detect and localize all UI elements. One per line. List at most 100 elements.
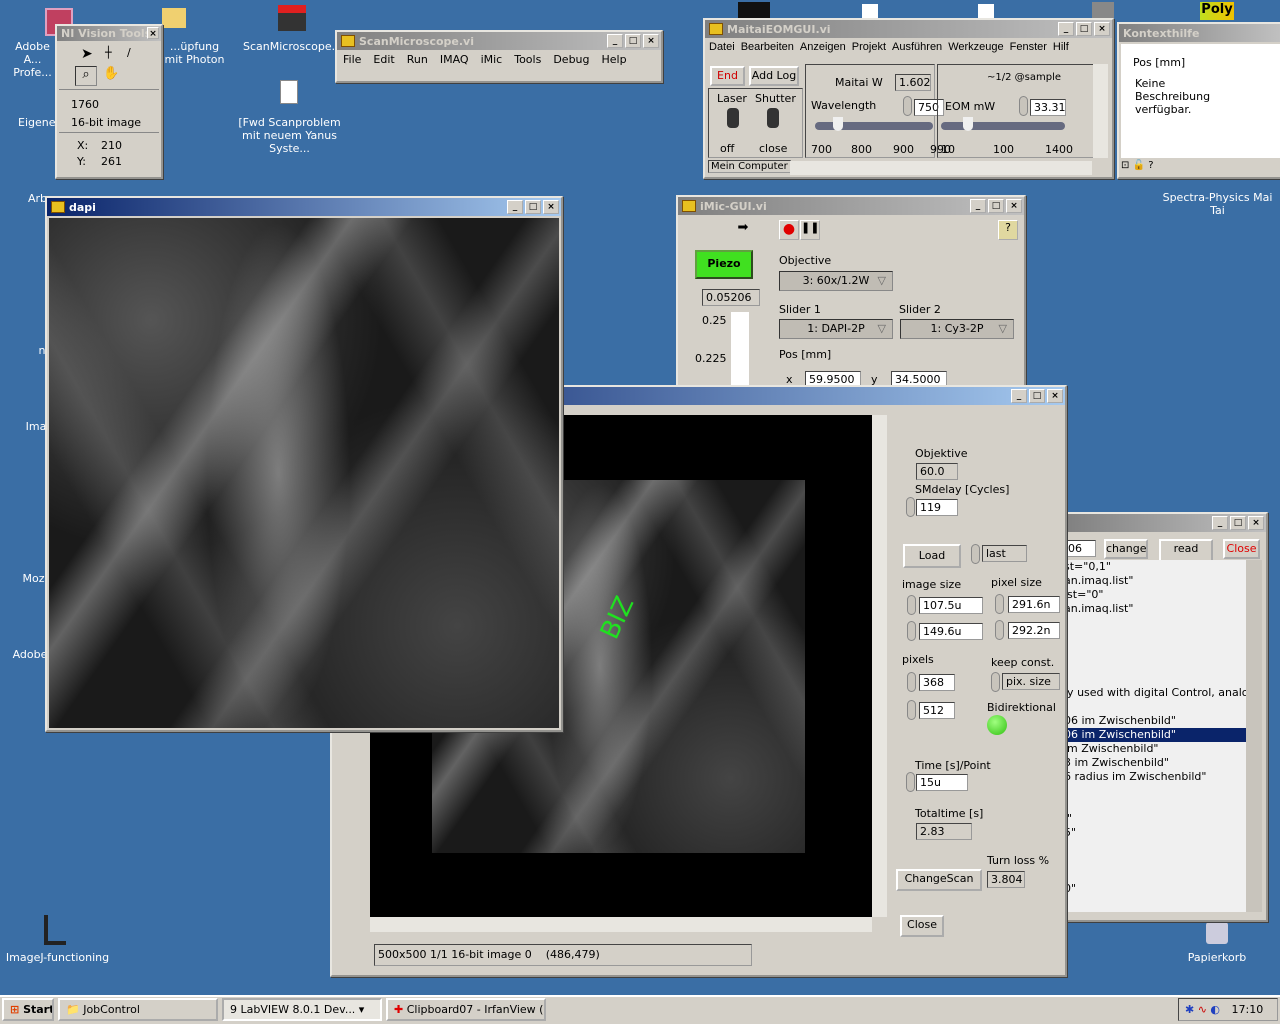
piezo-slider[interactable] [731,312,749,392]
menu-imaq[interactable]: IMAQ [440,53,469,66]
minimize-button[interactable]: _ [507,200,523,214]
menu-tools[interactable]: Tools [514,53,541,66]
notepad-icon[interactable] [862,4,878,18]
menu-file[interactable]: File [343,53,361,66]
close-button[interactable]: Close [1223,539,1260,559]
piezo-button[interactable]: Piezo [695,250,753,279]
menu-anzeigen[interactable]: Anzeigen [800,41,846,53]
menu-run[interactable]: Run [407,53,428,66]
pixel-h-spinner[interactable] [995,620,1004,640]
close-button[interactable]: × [147,27,159,39]
dapi-image[interactable] [49,218,559,728]
pause-button[interactable]: ❚❚ [800,220,820,240]
list-item[interactable]: 5" [1064,826,1246,840]
question-icon[interactable]: ? [1148,160,1153,171]
minimize-button[interactable]: _ [1011,389,1027,403]
end-button[interactable]: End [710,66,745,86]
pixels-x-input[interactable]: 368 [919,674,955,691]
eom-spinner[interactable] [1019,96,1028,116]
run-arrow-icon[interactable]: ➡ [732,220,754,240]
close-button[interactable]: × [643,34,659,48]
desktop-icon-fwd-mail[interactable]: [Fwd Scanproblem mit neuem Yanus Syste..… [232,116,347,155]
change-button[interactable]: change [1104,539,1148,559]
close-button[interactable]: × [1006,199,1022,213]
vertical-scrollbar[interactable] [872,415,887,917]
maximize-button[interactable]: □ [1230,516,1246,530]
maximize-button[interactable]: □ [988,199,1004,213]
help-button[interactable]: ? [998,220,1018,240]
menu-fenster[interactable]: Fenster [1010,41,1047,53]
list-item[interactable]: 0" [1064,882,1246,896]
smdelay-spinner[interactable] [906,497,915,517]
list-item[interactable]: ist="0" [1064,588,1246,602]
slider1-dropdown[interactable]: 1: DAPI-2P ▽ [779,319,893,339]
keep-const-selector[interactable]: pix. size [1002,673,1060,690]
list-item[interactable]: l" [1064,812,1246,826]
pan-tool-icon[interactable]: ✋ [103,66,119,81]
menu-datei[interactable]: Datei [709,41,735,53]
list-item[interactable] [1064,658,1246,672]
vertical-scrollbar[interactable] [1093,64,1108,158]
menu-help[interactable]: Help [602,53,627,66]
add-log-button[interactable]: Add Log [749,66,799,86]
eom-input[interactable]: 33.31 [1030,99,1066,116]
list-item[interactable]: ly used with digital Control, analog-c [1064,686,1246,700]
shutter-toggle[interactable] [767,108,779,128]
image-w-spinner[interactable] [907,595,916,615]
menu-ausfuehren[interactable]: Ausführen [892,41,942,53]
pixel-w-input[interactable]: 291.6n [1008,596,1060,613]
close-button[interactable]: × [543,200,559,214]
changescan-button[interactable]: ChangeScan [896,869,982,891]
menu-hilfe[interactable]: Hilf [1053,41,1069,53]
notepad-icon[interactable] [978,4,994,18]
horizontal-scrollbar[interactable] [370,917,872,932]
menu-edit[interactable]: Edit [373,53,394,66]
desktop-icon-eigene[interactable]: Eigene... [18,116,66,129]
pixel-w-spinner[interactable] [995,594,1004,614]
list-item[interactable]: 3 im Zwischenbild" [1064,756,1246,770]
maximize-button[interactable]: □ [525,200,541,214]
start-button[interactable]: ⊞ Start [2,998,54,1021]
load-button[interactable]: Load [903,544,961,568]
list-item[interactable] [1064,854,1246,868]
image-h-spinner[interactable] [907,621,916,641]
laser-toggle[interactable] [727,108,739,128]
diagram-icon[interactable]: ⊡ [1121,160,1129,171]
slider2-dropdown[interactable]: 1: Cy3-2P ▽ [900,319,1014,339]
image-w-input[interactable]: 107.5u [919,597,983,614]
list-item[interactable]: an.imaq.list" [1064,602,1246,616]
labview-desktop-icon[interactable] [738,2,770,18]
minimize-button[interactable]: _ [1212,516,1228,530]
time-spinner[interactable] [906,772,915,792]
horizontal-scrollbar[interactable] [790,161,1092,175]
close-button[interactable]: × [1047,389,1063,403]
job-text-list[interactable]: st="0,1" an.imaq.list" ist="0" an.imaq.list… [1064,560,1246,912]
list-item[interactable] [1064,840,1246,854]
line-tool-icon[interactable]: ∕ [127,46,131,59]
last-selector[interactable]: last [982,545,1027,562]
eom-slider-thumb[interactable] [963,117,973,131]
time-input[interactable]: 15u [916,774,968,791]
pixel-h-input[interactable]: 292.2n [1008,622,1060,639]
desktop-icon-poly[interactable]: Poly [1200,2,1234,20]
desktop-icon-imagej[interactable]: ImageJ-functioning [5,951,110,964]
desktop-icon-spectra-physics[interactable]: Spectra-Physics Mai Tai [1155,191,1280,217]
list-item[interactable]: 06 im Zwischenbild" [1064,714,1246,728]
wavelength-slider-thumb[interactable] [833,117,843,131]
desktop-icon-scanmicroscope[interactable]: ScanMicroscope.vi [243,40,345,53]
menu-werkzeuge[interactable]: Werkzeuge [948,41,1003,53]
maximize-button[interactable]: □ [1029,389,1045,403]
desktop-icon-adobe2[interactable]: Adobe [12,648,48,661]
minimize-button[interactable]: _ [1058,22,1074,36]
list-item[interactable] [1064,616,1246,630]
last-spinner[interactable] [971,544,980,564]
taskbar-item-jobcontrol[interactable]: 📁 JobControl [58,998,218,1021]
close-button[interactable]: × [1094,22,1110,36]
abort-button[interactable]: ● [779,220,799,240]
keep-const-spinner[interactable] [991,672,1000,692]
list-item[interactable] [1064,630,1246,644]
image-h-input[interactable]: 149.6u [919,623,983,640]
lock-icon[interactable]: 🔓 [1133,160,1145,171]
maximize-button[interactable]: □ [1076,22,1092,36]
list-item[interactable]: im Zwischenbild" [1064,742,1246,756]
